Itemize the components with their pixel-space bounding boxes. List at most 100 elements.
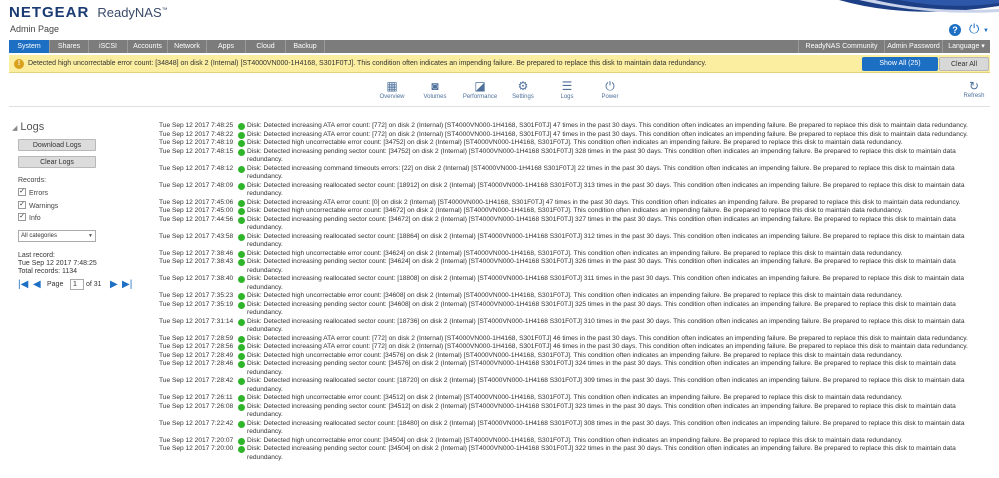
tab-system[interactable]: System — [9, 40, 50, 53]
log-entry: Tue Sep 12 2017 7:48:12 Disk: Detected in… — [159, 165, 992, 182]
status-dot-icon — [238, 148, 245, 156]
page-count: of 31 — [86, 281, 102, 288]
logs-panel-title[interactable]: ◢ Logs — [12, 121, 44, 133]
log-timestamp: Tue Sep 12 2017 7:44:56 — [159, 215, 234, 223]
clear-all-button[interactable]: Clear All — [939, 57, 989, 71]
log-message: Disk: Detected high uncorrectable error … — [247, 351, 903, 359]
status-dot-icon — [238, 233, 245, 241]
tab-apps[interactable]: Apps — [207, 40, 246, 53]
category-select[interactable]: All categories ▼ — [18, 230, 96, 242]
header: NETGEAR ReadyNAS™ Admin Page ? ⏻ ▼ — [0, 0, 999, 39]
page-label: Page — [47, 281, 64, 288]
status-dot-icon — [238, 335, 245, 343]
log-timestamp: Tue Sep 12 2017 7:48:09 — [159, 181, 234, 189]
status-dot-icon — [238, 165, 245, 173]
status-dot-icon — [238, 140, 245, 147]
status-dot-icon — [238, 378, 245, 385]
admin-password-link[interactable]: Admin Password — [884, 40, 942, 53]
status-dot-icon — [238, 352, 245, 360]
last-record-value: Tue Sep 12 2017 7:48:25 — [18, 260, 97, 267]
status-dot-icon — [238, 395, 245, 402]
toolbar-logs[interactable]: ☰ Logs — [547, 79, 587, 103]
log-list: Tue Sep 12 2017 7:48:25 Disk: Detected in… — [159, 122, 992, 462]
log-message: Disk: Detected high uncorrectable error … — [247, 207, 903, 214]
last-page-icon[interactable]: ▶| — [122, 278, 132, 292]
language-menu[interactable]: Language ▾ — [942, 40, 990, 53]
first-page-icon[interactable]: |◀ — [18, 278, 28, 292]
tab-cloud[interactable]: Cloud — [246, 40, 286, 53]
log-entry: Tue Sep 12 2017 7:45:06 Disk: Detected in… — [159, 199, 992, 208]
page-subtitle: Admin Page — [10, 24, 60, 34]
checkbox-checked-icon: ✓ — [18, 201, 26, 210]
log-timestamp: Tue Sep 12 2017 7:26:08 — [159, 402, 234, 410]
log-timestamp: Tue Sep 12 2017 7:31:14 — [159, 317, 234, 325]
toolbar-volumes[interactable]: ◙ Volumes — [415, 79, 455, 103]
log-entry: Tue Sep 12 2017 7:28:42 Disk: Detected in… — [159, 377, 992, 394]
log-message: Disk: Detected increasing ATA error coun… — [247, 122, 968, 129]
toolbar-volumes-label: Volumes — [423, 94, 447, 100]
status-dot-icon — [238, 420, 245, 428]
header-wave-decoration — [839, 0, 999, 13]
toolbar-performance-label: Performance — [462, 94, 498, 100]
status-dot-icon — [238, 318, 245, 326]
help-icon[interactable]: ? — [949, 24, 961, 36]
refresh-button[interactable]: ↻ Refresh — [959, 79, 989, 103]
toolbar-logs-label: Logs — [560, 94, 574, 100]
errors-checkbox[interactable]: ✓ Errors — [18, 188, 49, 199]
log-entry: Tue Sep 12 2017 7:38:43 Disk: Detected in… — [159, 258, 992, 275]
clear-logs-button[interactable]: Clear Logs — [18, 156, 96, 168]
toolbar-performance[interactable]: ◪ Performance — [460, 79, 500, 103]
info-label: Info — [29, 215, 41, 222]
log-message: Disk: Detected high uncorrectable error … — [247, 292, 903, 299]
errors-label: Errors — [29, 190, 49, 197]
trademark-mark: ™ — [161, 7, 168, 14]
log-timestamp: Tue Sep 12 2017 7:48:25 — [159, 122, 234, 129]
status-dot-icon — [238, 403, 245, 411]
toolbar-overview[interactable]: ▦ Overview — [372, 79, 412, 103]
power-icon[interactable]: ⏻ — [969, 22, 983, 36]
collapse-triangle-icon[interactable]: ◢ — [12, 125, 17, 132]
status-dot-icon — [238, 123, 245, 130]
log-entry: Tue Sep 12 2017 7:28:59 Disk: Detected in… — [159, 335, 992, 344]
prev-page-icon[interactable]: ◀ — [33, 278, 41, 292]
tab-backup[interactable]: Backup — [286, 40, 325, 53]
log-entry: Tue Sep 12 2017 7:48:25 Disk: Detected in… — [159, 122, 992, 131]
log-message: Disk: Detected increasing reallocated se… — [247, 317, 965, 334]
next-page-icon[interactable]: ▶ — [110, 278, 118, 292]
status-dot-icon — [238, 276, 245, 283]
log-message: Disk: Detected high uncorrectable error … — [247, 139, 903, 146]
log-entry: Tue Sep 12 2017 7:38:46 Disk: Detected hi… — [159, 250, 992, 259]
warnings-checkbox[interactable]: ✓ Warnings — [18, 201, 58, 212]
toolbar-settings[interactable]: ⚙ Settings — [503, 79, 543, 103]
toolbar-power[interactable]: ⏻ Power — [590, 79, 630, 103]
log-entry: Tue Sep 12 2017 7:48:15 Disk: Detected in… — [159, 148, 992, 165]
log-entry: Tue Sep 12 2017 7:20:07 Disk: Detected hi… — [159, 437, 992, 446]
tab-iscsi[interactable]: iSCSI — [89, 40, 128, 53]
download-logs-button[interactable]: Download Logs — [18, 139, 96, 151]
log-message: Disk: Detected increasing command timeou… — [247, 164, 955, 181]
tab-network[interactable]: Network — [168, 40, 207, 53]
log-timestamp: Tue Sep 12 2017 7:35:19 — [159, 300, 234, 308]
page-number-input[interactable]: 1 — [70, 279, 84, 290]
log-entry: Tue Sep 12 2017 7:44:56 Disk: Detected in… — [159, 216, 992, 233]
log-entry: Tue Sep 12 2017 7:28:56 Disk: Detected in… — [159, 343, 992, 352]
status-dot-icon — [238, 208, 245, 215]
tab-accounts[interactable]: Accounts — [128, 40, 168, 53]
log-entry: Tue Sep 12 2017 7:35:19 Disk: Detected in… — [159, 301, 992, 318]
chevron-down-icon[interactable]: ▼ — [983, 28, 989, 34]
tab-shares[interactable]: Shares — [50, 40, 89, 53]
toolbar-overview-label: Overview — [379, 94, 405, 100]
log-message: Disk: Detected increasing ATA error coun… — [247, 198, 961, 206]
readynas-community-link[interactable]: ReadyNAS Community — [798, 40, 884, 53]
log-entry: Tue Sep 12 2017 7:45:00 Disk: Detected hi… — [159, 207, 992, 216]
main-navbar: System Shares iSCSI Accounts Network App… — [9, 40, 990, 53]
status-dot-icon — [238, 293, 245, 300]
log-message: Disk: Detected high uncorrectable error … — [247, 394, 903, 401]
overview-icon: ▦ — [386, 79, 398, 93]
info-checkbox[interactable]: ✓ Info — [18, 213, 41, 224]
logs-icon: ☰ — [561, 79, 573, 93]
log-message: Disk: Detected increasing reallocated se… — [247, 232, 965, 249]
log-timestamp: Tue Sep 12 2017 7:45:00 — [159, 207, 234, 214]
checkbox-checked-icon: ✓ — [18, 188, 26, 197]
show-all-button[interactable]: Show All (25) — [862, 57, 938, 71]
